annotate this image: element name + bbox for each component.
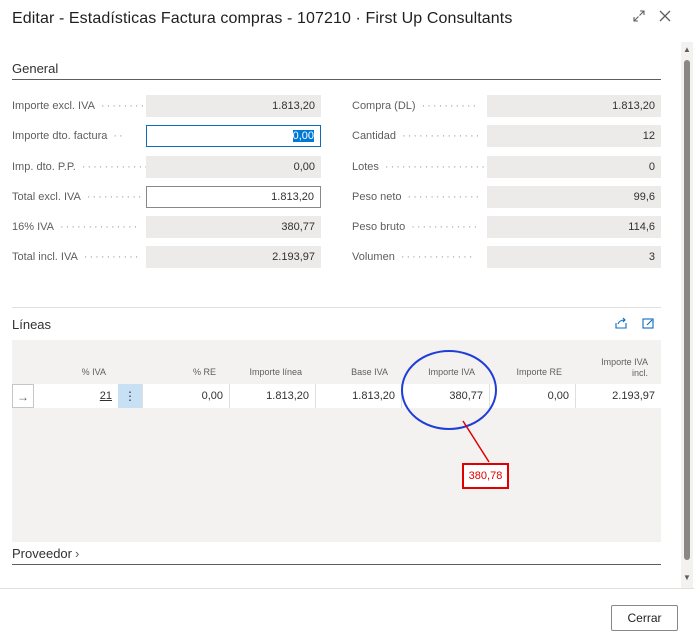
annotation-overlay xyxy=(401,350,497,463)
close-button[interactable]: Cerrar xyxy=(611,605,678,631)
annotation-callout: 380,78 xyxy=(462,463,509,489)
footer-divider xyxy=(0,588,694,589)
annotation-circle xyxy=(401,350,497,430)
proveedor-section-title[interactable]: Proveedor › xyxy=(12,546,79,561)
section-divider xyxy=(12,564,661,565)
chevron-right-icon[interactable]: › xyxy=(75,546,79,561)
annotation-arrow xyxy=(462,420,490,463)
